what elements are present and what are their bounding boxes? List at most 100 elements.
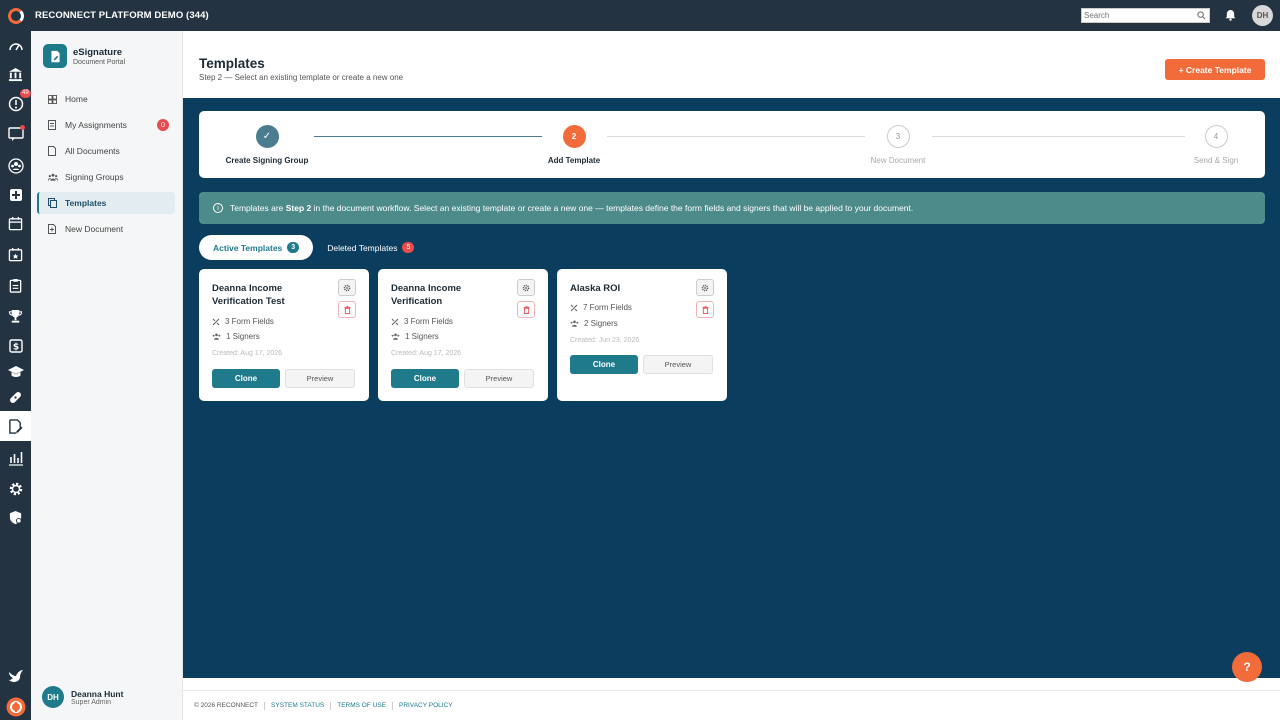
step-number: 4 bbox=[1204, 125, 1228, 148]
signers-icon bbox=[212, 333, 221, 340]
step-send-sign: 4 Send & Sign bbox=[1151, 125, 1280, 165]
step-label: Send & Sign bbox=[1193, 156, 1239, 165]
sidebar-nav: Home My Assignments 0 All Documents Sign… bbox=[37, 88, 175, 244]
dashboard-icon[interactable] bbox=[5, 36, 26, 57]
sidebar-item-home[interactable]: Home bbox=[37, 88, 175, 110]
template-delete-button[interactable] bbox=[338, 301, 356, 318]
footer-link-privacy[interactable]: PRIVACY POLICY bbox=[399, 702, 453, 709]
search-input[interactable] bbox=[1082, 11, 1192, 20]
tab-label: Active Templates bbox=[213, 242, 283, 253]
template-tabs: Active Templates 3 Deleted Templates 5 bbox=[199, 235, 428, 260]
template-delete-button[interactable] bbox=[517, 301, 535, 318]
esignature-icon[interactable] bbox=[0, 411, 31, 441]
app-rail: 49 $ bbox=[0, 31, 31, 720]
search-box[interactable] bbox=[1081, 8, 1210, 23]
documents-icon bbox=[48, 146, 58, 156]
step-add-template[interactable]: 2 Add Template bbox=[509, 125, 639, 165]
workflow-stepper: ✓ Create Signing Group 2 Add Template 3 … bbox=[199, 111, 1265, 178]
calendar-icon[interactable] bbox=[5, 213, 26, 234]
step-number: 2 bbox=[562, 125, 586, 148]
create-template-button[interactable]: + Create Template bbox=[1165, 59, 1265, 80]
sidebar-item-templates[interactable]: Templates bbox=[37, 192, 175, 214]
security-settings-icon[interactable] bbox=[5, 507, 26, 528]
step-create-signing-group[interactable]: ✓ Create Signing Group bbox=[202, 125, 332, 165]
clone-button[interactable]: Clone bbox=[570, 355, 638, 374]
tab-label: Deleted Templates bbox=[327, 242, 398, 253]
footer-divider bbox=[264, 701, 266, 710]
health-icon[interactable] bbox=[5, 387, 26, 408]
template-title: Deanna Income Verification bbox=[391, 283, 462, 307]
settings-icon[interactable] bbox=[5, 478, 26, 499]
template-title: Alaska ROI bbox=[570, 283, 621, 294]
sidebar-item-signing-groups[interactable]: Signing Groups bbox=[37, 166, 175, 188]
step-label: Add Template bbox=[547, 156, 601, 165]
alerts-icon[interactable]: 49 bbox=[5, 89, 31, 114]
analytics-icon[interactable] bbox=[5, 447, 26, 468]
user-role: Super Admin bbox=[71, 698, 112, 706]
community-icon[interactable] bbox=[5, 155, 26, 176]
app-name: eSignature bbox=[73, 46, 123, 58]
trophy-icon[interactable] bbox=[5, 306, 26, 327]
template-fields: 3 Form Fields bbox=[212, 317, 274, 326]
gear-icon bbox=[343, 284, 351, 291]
footer-link-system-status[interactable]: SYSTEM STATUS bbox=[271, 702, 324, 709]
info-icon: i bbox=[213, 203, 223, 213]
trash-icon bbox=[701, 305, 709, 314]
clipboard-icon[interactable] bbox=[5, 275, 26, 296]
sidebar-item-my-assignments[interactable]: My Assignments 0 bbox=[37, 114, 175, 136]
template-title: Deanna Income Verification Test bbox=[212, 283, 285, 307]
page-header: Templates Step 2 — Select an existing te… bbox=[183, 31, 1280, 98]
template-card: Deanna Income Verification 3 Form Fields… bbox=[378, 269, 548, 401]
bird-icon[interactable] bbox=[5, 665, 26, 686]
step-check-icon: ✓ bbox=[255, 125, 279, 148]
template-settings-button[interactable] bbox=[517, 279, 535, 296]
template-delete-button[interactable] bbox=[696, 301, 714, 318]
step-number: 3 bbox=[886, 125, 910, 148]
step-new-document: 3 New Document bbox=[833, 125, 963, 165]
event-calendar-icon[interactable] bbox=[5, 244, 26, 265]
preview-button[interactable]: Preview bbox=[643, 355, 713, 374]
bank-icon[interactable] bbox=[5, 64, 26, 85]
current-user[interactable]: DH Deanna Hunt Super Admin bbox=[42, 686, 123, 708]
clone-button[interactable]: Clone bbox=[212, 369, 280, 388]
template-settings-button[interactable] bbox=[338, 279, 356, 296]
app-header: eSignature Document Portal bbox=[43, 44, 125, 68]
search-icon[interactable] bbox=[1197, 11, 1206, 22]
education-icon[interactable] bbox=[5, 361, 26, 382]
group-icon bbox=[48, 173, 58, 181]
reconnect-logo-icon[interactable] bbox=[0, 0, 31, 31]
messages-icon[interactable] bbox=[5, 124, 26, 145]
preview-button[interactable]: Preview bbox=[464, 369, 534, 388]
template-card: Alaska ROI 7 Form Fields 2 Signers Creat… bbox=[557, 269, 727, 401]
form-fields-icon bbox=[570, 304, 578, 312]
template-fields: 3 Form Fields bbox=[391, 317, 453, 326]
signers-icon bbox=[570, 320, 579, 327]
alerts-badge: 49 bbox=[20, 89, 31, 98]
clone-button[interactable]: Clone bbox=[391, 369, 459, 388]
money-icon[interactable]: $ bbox=[5, 335, 26, 356]
tab-count-badge: 3 bbox=[287, 242, 300, 253]
help-button[interactable]: ? bbox=[1232, 652, 1262, 682]
esignature-app-icon bbox=[43, 44, 67, 68]
tab-deleted-templates[interactable]: Deleted Templates 5 bbox=[313, 235, 428, 260]
brand-badge-icon[interactable] bbox=[5, 696, 26, 717]
sidebar-item-label: Templates bbox=[65, 198, 107, 208]
gear-icon bbox=[701, 284, 709, 291]
template-signers: 1 Signers bbox=[391, 332, 439, 341]
bell-icon[interactable] bbox=[1225, 9, 1236, 23]
template-created-date: Created: Aug 17, 2026 bbox=[391, 350, 462, 357]
medical-icon[interactable] bbox=[5, 184, 26, 205]
info-banner: i Templates are Step 2 in the document w… bbox=[199, 192, 1265, 224]
sidebar-item-label: My Assignments bbox=[65, 120, 127, 130]
user-avatar[interactable]: DH bbox=[1252, 5, 1273, 26]
footer-link-terms[interactable]: TERMS OF USE bbox=[337, 702, 386, 709]
template-settings-button[interactable] bbox=[696, 279, 714, 296]
preview-button[interactable]: Preview bbox=[285, 369, 355, 388]
template-card: Deanna Income Verification Test 3 Form F… bbox=[199, 269, 369, 401]
template-created-date: Created: Jun 23, 2026 bbox=[570, 337, 640, 344]
sidebar-item-all-documents[interactable]: All Documents bbox=[37, 140, 175, 162]
sidebar-item-new-document[interactable]: New Document bbox=[37, 218, 175, 240]
tab-active-templates[interactable]: Active Templates 3 bbox=[199, 235, 314, 260]
trash-icon bbox=[522, 305, 530, 314]
stepper-connector bbox=[932, 136, 1185, 137]
